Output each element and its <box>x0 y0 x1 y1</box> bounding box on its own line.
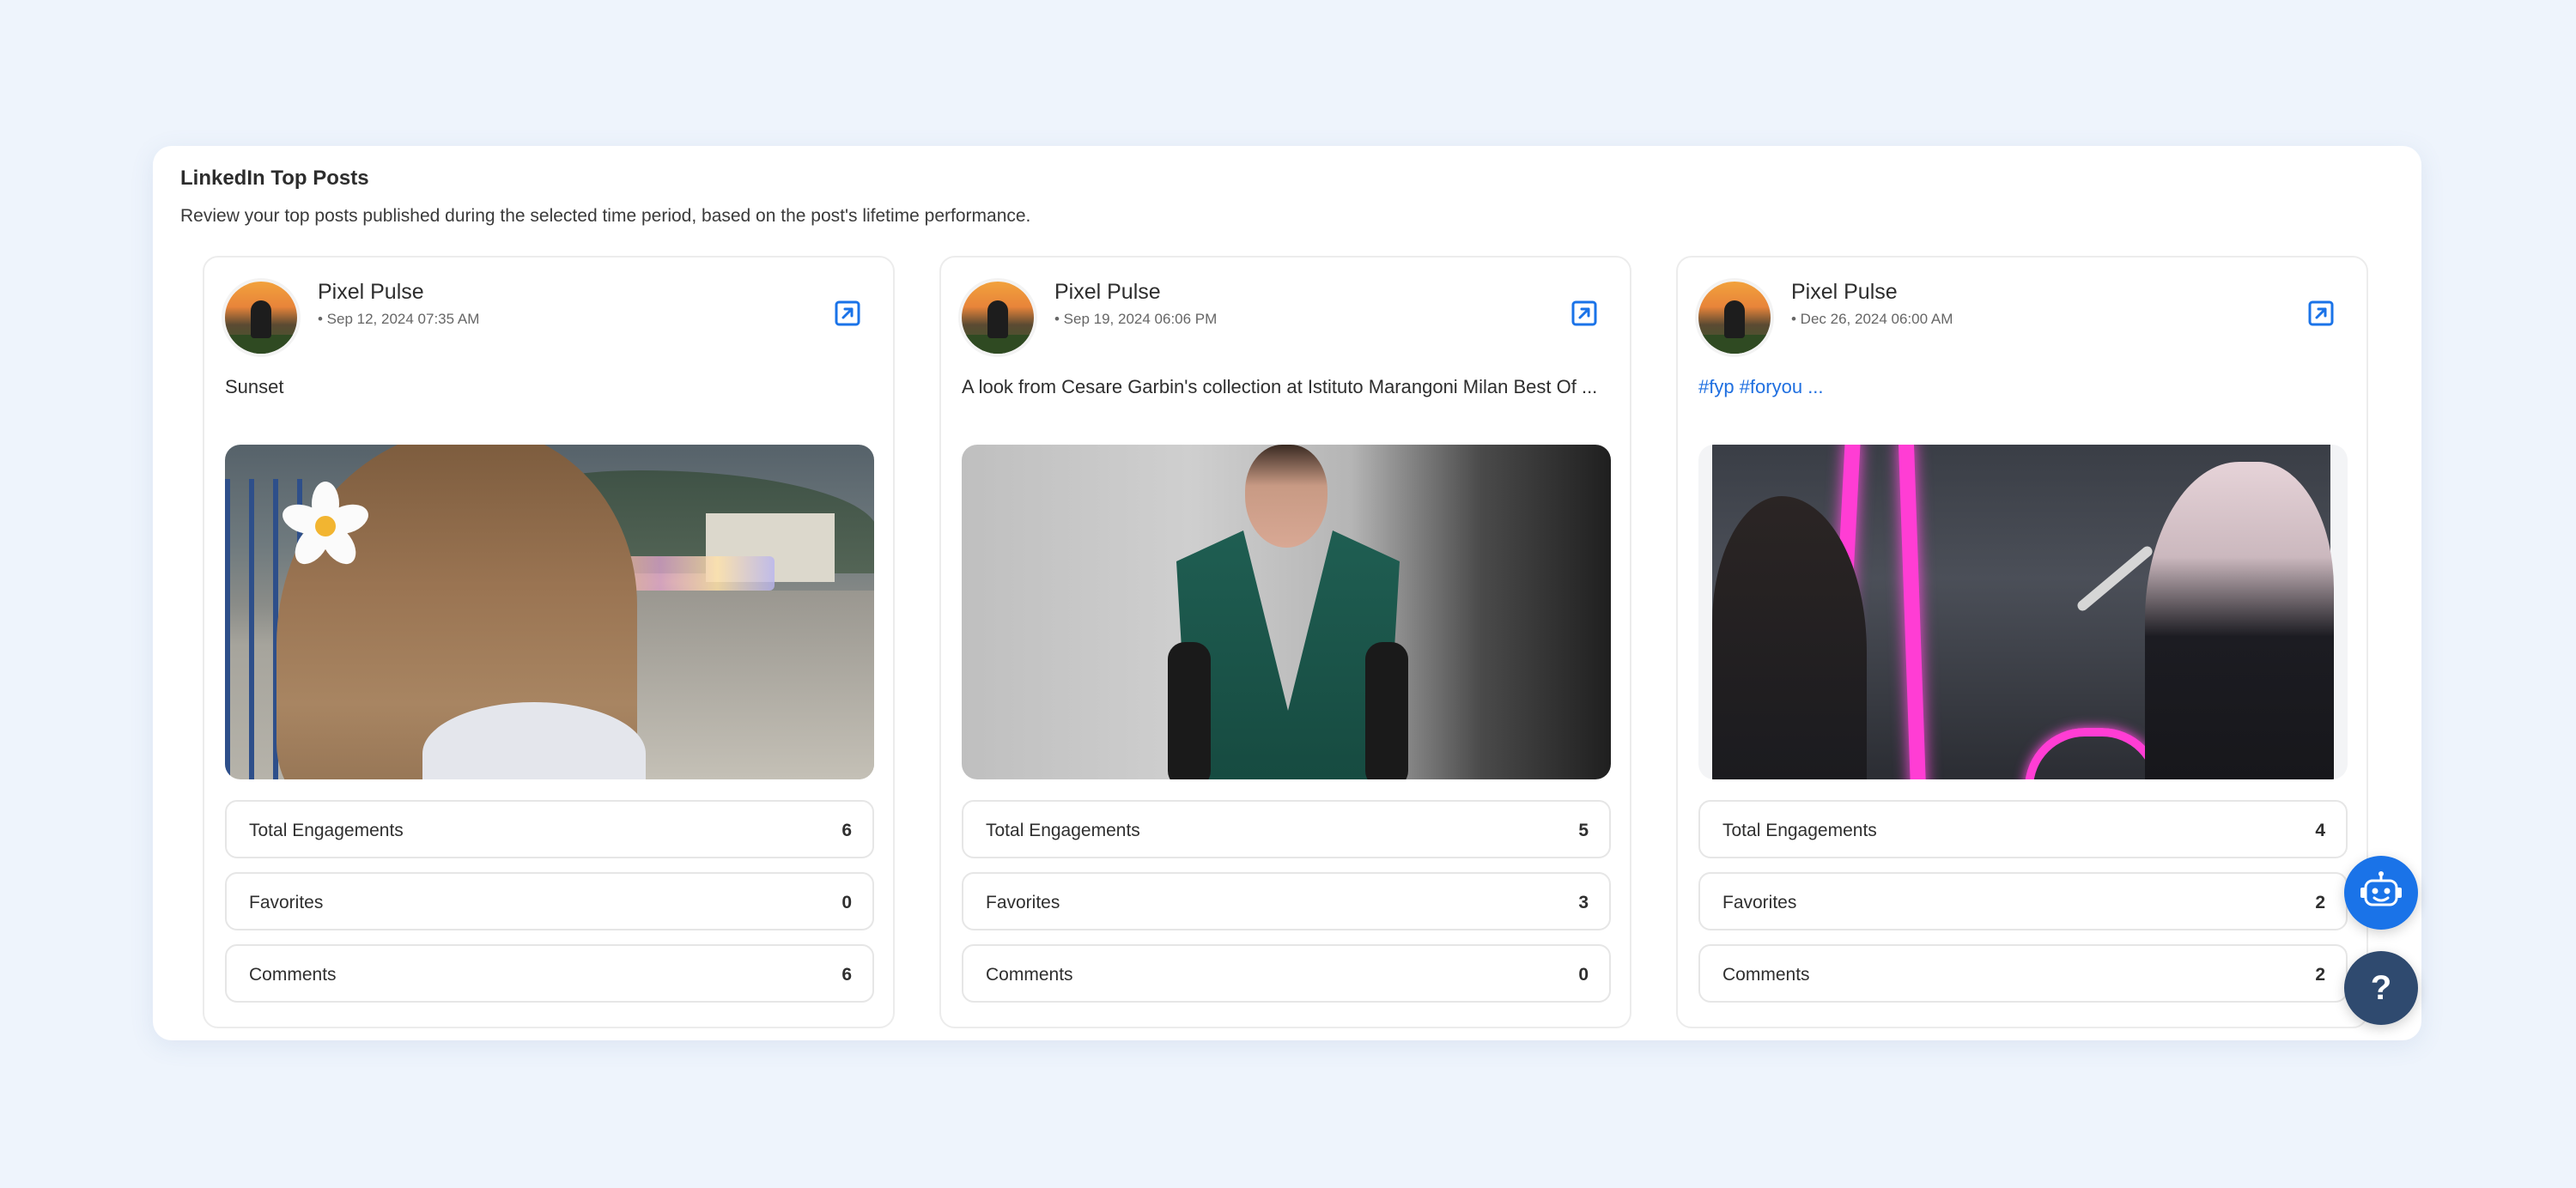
stat-value: 2 <box>2315 893 2325 912</box>
avatar <box>962 282 1034 354</box>
stat-comments: Comments 2 <box>1698 944 2348 1003</box>
stat-value: 0 <box>841 893 852 912</box>
help-button[interactable]: ? <box>2344 951 2418 1025</box>
stat-label: Total Engagements <box>249 821 404 840</box>
stat-value: 2 <box>2315 965 2325 985</box>
stat-label: Total Engagements <box>986 821 1140 840</box>
stat-comments: Comments 6 <box>225 944 874 1003</box>
stat-total-engagements: Total Engagements 6 <box>225 800 874 858</box>
post-date: • Sep 19, 2024 06:06 PM <box>1054 311 1218 327</box>
avatar <box>1698 282 1771 354</box>
post-date: • Sep 12, 2024 07:35 AM <box>318 311 480 327</box>
stat-label: Comments <box>1722 965 1810 985</box>
panel-subtitle: Review your top posts published during t… <box>180 206 1031 226</box>
external-link-icon[interactable] <box>1571 300 1597 326</box>
question-icon: ? <box>2370 968 2392 1007</box>
stat-value: 4 <box>2315 821 2325 840</box>
post-card: Pixel Pulse • Sep 19, 2024 06:06 PM A lo… <box>939 256 1631 1028</box>
post-date: • Dec 26, 2024 06:00 AM <box>1791 311 1953 327</box>
stat-label: Favorites <box>1722 893 1797 912</box>
panel-title: LinkedIn Top Posts <box>180 167 369 190</box>
stat-favorites: Favorites 3 <box>962 872 1611 930</box>
stat-label: Comments <box>249 965 337 985</box>
avatar <box>225 282 297 354</box>
page: LinkedIn Top Posts Review your top posts… <box>0 0 2576 1188</box>
chatbot-button[interactable] <box>2344 856 2418 930</box>
external-link-icon[interactable] <box>2308 300 2334 326</box>
stat-total-engagements: Total Engagements 4 <box>1698 800 2348 858</box>
stat-comments: Comments 0 <box>962 944 1611 1003</box>
stat-label: Favorites <box>249 893 324 912</box>
post-image[interactable] <box>962 445 1611 779</box>
external-link-icon[interactable] <box>835 300 860 326</box>
post-caption: Sunset <box>225 376 284 397</box>
post-image[interactable] <box>1698 445 2348 779</box>
stat-value: 0 <box>1578 965 1589 985</box>
stat-favorites: Favorites 0 <box>225 872 874 930</box>
stat-label: Total Engagements <box>1722 821 1877 840</box>
post-card: Pixel Pulse • Sep 12, 2024 07:35 AM Suns… <box>203 256 895 1028</box>
robot-icon <box>2360 871 2402 906</box>
stat-value: 6 <box>841 965 852 985</box>
post-image[interactable] <box>225 445 874 779</box>
stat-label: Favorites <box>986 893 1060 912</box>
post-caption: A look from Cesare Garbin's collection a… <box>962 376 1598 397</box>
stat-value: 5 <box>1578 821 1589 840</box>
stat-total-engagements: Total Engagements 5 <box>962 800 1611 858</box>
post-author: Pixel Pulse <box>318 280 424 304</box>
linkedin-top-posts-panel: LinkedIn Top Posts Review your top posts… <box>153 146 2421 1040</box>
post-author: Pixel Pulse <box>1791 280 1898 304</box>
stat-label: Comments <box>986 965 1073 985</box>
stat-value: 6 <box>841 821 852 840</box>
post-caption[interactable]: #fyp #foryou ... <box>1698 376 1824 398</box>
stat-value: 3 <box>1578 893 1589 912</box>
post-author: Pixel Pulse <box>1054 280 1161 304</box>
stat-favorites: Favorites 2 <box>1698 872 2348 930</box>
flower-decoration <box>283 482 368 565</box>
post-card: Pixel Pulse • Dec 26, 2024 06:00 AM #fyp… <box>1676 256 2368 1028</box>
